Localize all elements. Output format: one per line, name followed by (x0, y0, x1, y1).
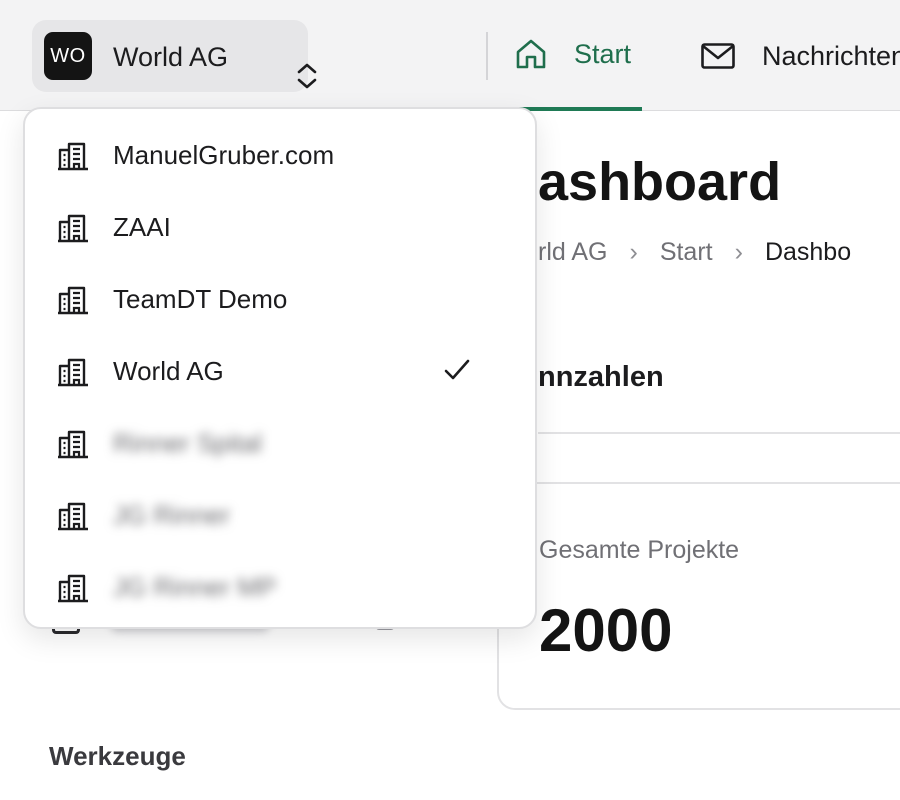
building-icon (58, 358, 88, 387)
building-icon (58, 574, 88, 603)
building-icon (58, 286, 88, 315)
top-navigation-bar: WO World AG Start Nachrichten (0, 0, 900, 111)
stat-card-total-projects: Gesamte Projekte 2000 (497, 482, 900, 710)
breadcrumb-item-current: Dashbo (764, 238, 852, 266)
stat-value: 2000 (539, 597, 673, 664)
building-icon (58, 430, 88, 459)
mail-icon (701, 42, 735, 69)
breadcrumb-separator-icon: › (629, 238, 638, 266)
dropdown-item-label: ZAAI (113, 211, 171, 242)
building-icon (58, 142, 88, 171)
tab-nachrichten-label: Nachrichten (762, 40, 900, 71)
org-avatar: WO (44, 32, 92, 80)
topbar-divider (486, 32, 488, 80)
chevron-up-down-icon (297, 63, 317, 89)
dropdown-item-org[interactable]: JG Rinner (25, 479, 535, 551)
dropdown-item-label-blurred: JG Rinner MP (113, 571, 277, 602)
dropdown-item-org[interactable]: Rinner Spital (25, 407, 535, 479)
breadcrumb-item-start[interactable]: Start (660, 236, 713, 268)
dropdown-item-label-blurred: Rinner Spital (113, 427, 262, 458)
building-icon (58, 502, 88, 531)
sidebar-section-tools: Werkzeuge (49, 741, 186, 771)
dropdown-item-label: ManuelGruber.com (113, 139, 335, 170)
breadcrumb-separator-icon: › (734, 238, 743, 266)
section-divider (538, 432, 900, 434)
current-org-name: World AG (113, 42, 229, 72)
dropdown-item-org-selected[interactable]: World AG (25, 335, 535, 407)
page-title: ashboard (538, 152, 782, 212)
breadcrumb-item-org[interactable]: rld AG (538, 236, 607, 268)
dropdown-item-org[interactable]: JG Rinner MP (25, 551, 535, 623)
tab-start-label: Start (574, 38, 632, 69)
tab-start[interactable]: Start (514, 0, 642, 111)
organization-switcher[interactable]: WO World AG (32, 20, 317, 92)
tab-nachrichten[interactable]: Nachrichten (700, 0, 900, 111)
organization-dropdown: ManuelGruber.com ZAAI TeamDT Demo World … (23, 107, 537, 629)
dropdown-item-org[interactable]: ManuelGruber.com (25, 119, 535, 191)
dropdown-item-org[interactable]: TeamDT Demo (25, 263, 535, 335)
dropdown-item-label-blurred: JG Rinner (113, 499, 231, 530)
building-icon (58, 214, 88, 243)
dropdown-item-org[interactable]: ZAAI (25, 191, 535, 263)
check-icon (444, 359, 470, 380)
dropdown-item-label: TeamDT Demo (113, 283, 288, 314)
section-title: nnzahlen (538, 361, 664, 393)
dropdown-item-label: World AG (113, 355, 224, 386)
breadcrumb: rld AG › Start › Dashbo (538, 236, 851, 268)
home-icon (516, 39, 546, 68)
stat-label: Gesamte Projekte (539, 536, 740, 564)
